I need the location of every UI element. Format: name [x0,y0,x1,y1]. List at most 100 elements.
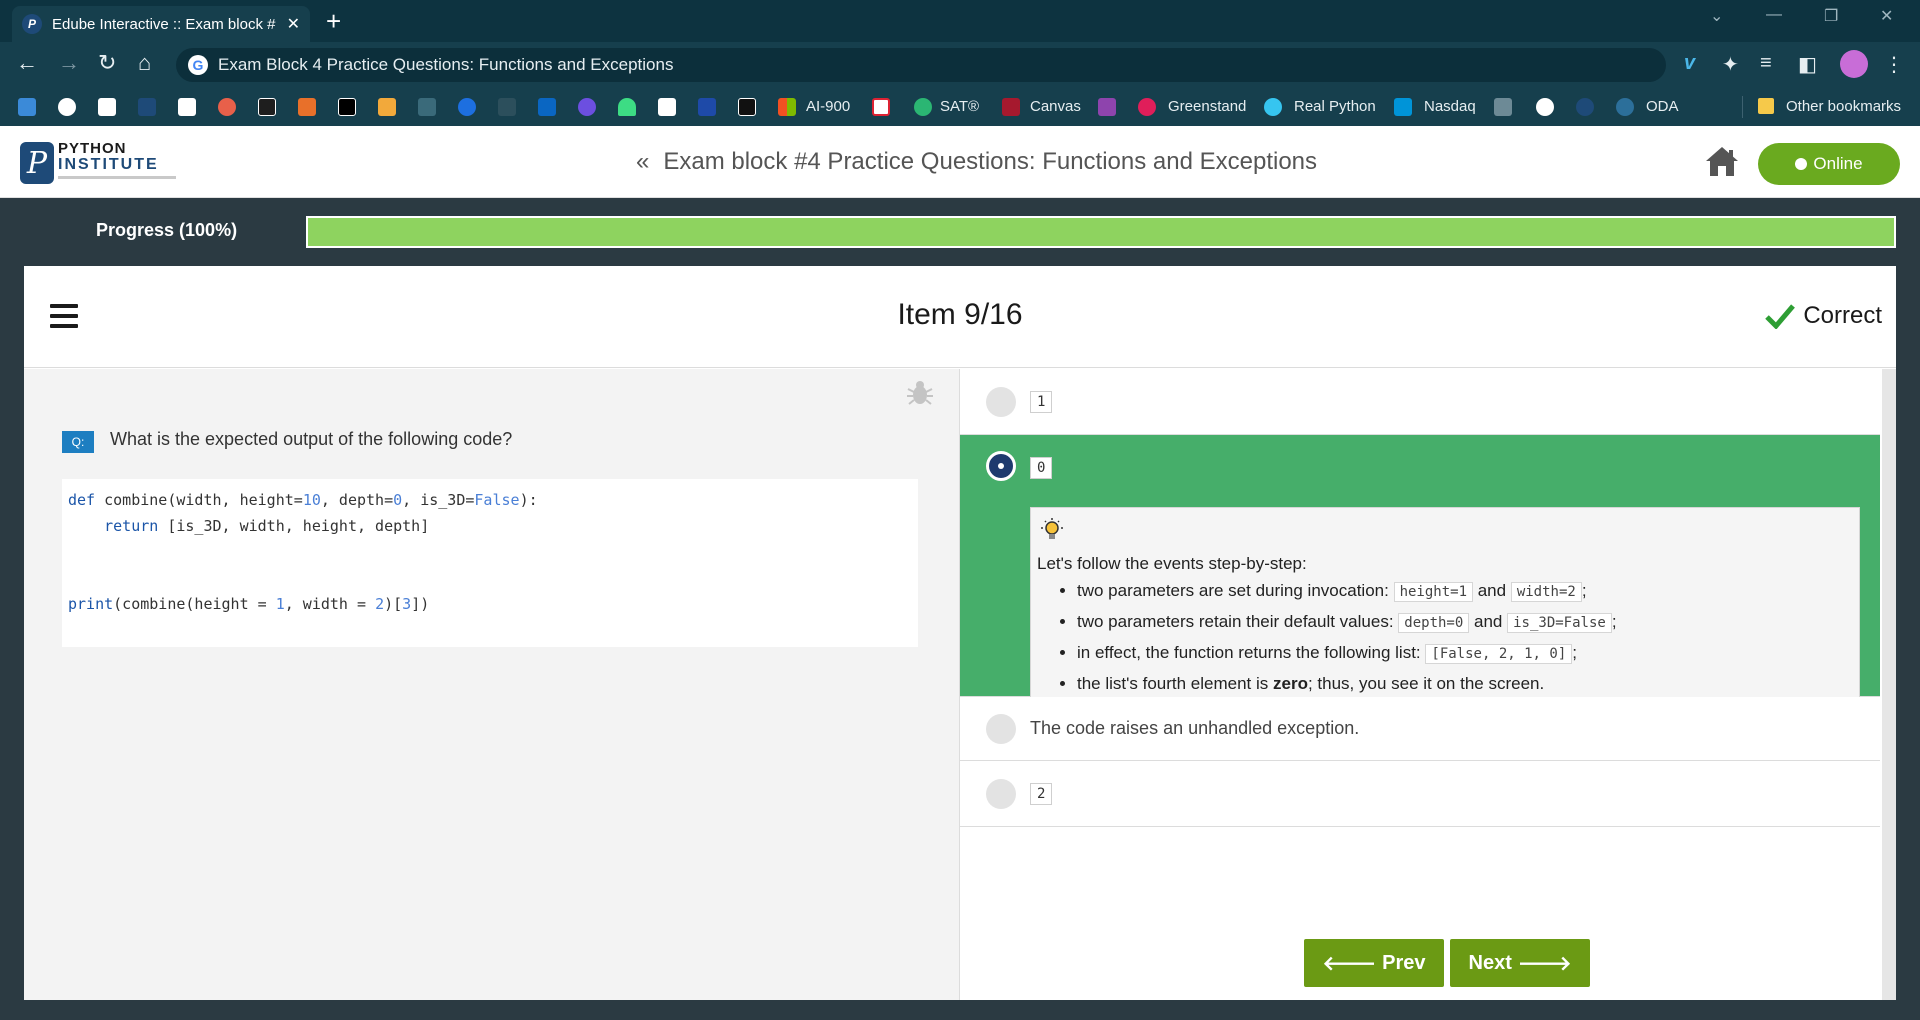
code-token: ]) [411,595,430,613]
vimeo-extension-icon[interactable]: v [1684,52,1695,75]
home-browser-icon[interactable]: ⌂ [138,52,151,74]
address-bar[interactable]: G Exam Block 4 Practice Questions: Funct… [176,48,1666,82]
code-token: 0 [393,491,403,509]
code-token: 3 [402,595,412,613]
menu-kebab-icon[interactable]: ⋮ [1884,52,1904,77]
google-icon: G [188,55,208,75]
explanation-box: Let's follow the events step-by-step: tw… [1030,507,1860,727]
code-token: 2 [375,595,385,613]
answers-scrollbar[interactable] [1882,369,1896,1000]
answer-label: The code raises an unhandled exception. [1030,718,1360,738]
prev-button[interactable]: 🡐 Prev [1304,939,1444,987]
question-text: What is the expected output of the follo… [110,429,513,449]
bookmark-icon[interactable] [1494,98,1512,116]
home-icon[interactable] [1704,144,1740,178]
bookmark-nasdaq[interactable]: Nasdaq [1424,98,1476,115]
bookmark-icon[interactable] [872,98,890,116]
code-token: , is_3D= [402,491,475,509]
slack-icon[interactable] [1138,98,1156,116]
linkedin-icon[interactable] [538,98,556,116]
bookmark-icon[interactable] [578,98,596,116]
question-badge: Q: [62,431,94,453]
canvas-icon[interactable] [1002,98,1020,116]
minimize-icon[interactable]: — [1766,6,1782,24]
bookmark-icon[interactable] [458,98,476,116]
page-title: « Exam block #4 Practice Questions: Func… [636,148,1317,176]
bookmark-icon[interactable] [1536,98,1554,116]
bookmark-greenstand[interactable]: Greenstand [1168,98,1246,115]
explanation-text: ; [1611,612,1617,631]
code-token: , width = [284,595,376,613]
openai-icon[interactable] [1616,98,1634,116]
answer-radio-selected[interactable] [986,451,1016,481]
python-bookmark-icon[interactable] [138,98,156,116]
nasdaq-icon[interactable] [1394,98,1412,116]
bookmark-other[interactable]: Other bookmarks [1786,98,1901,115]
answer-option-selected[interactable]: 0 Let's follow the events step-by-step: … [960,435,1880,727]
inline-code: depth=0 [1398,613,1470,633]
explanation-item: the list's fourth element is zero; thus,… [1077,673,1617,695]
microsoft-icon[interactable] [778,98,796,116]
bookmark-canvas[interactable]: Canvas [1030,98,1081,115]
explanation-text: in effect, the function returns the foll… [1077,643,1426,662]
bookmark-icon[interactable] [258,98,276,116]
answer-option[interactable]: The code raises an unhandled exception. [960,697,1880,761]
forward-icon[interactable]: → [58,52,80,74]
github-icon[interactable] [58,98,76,116]
bookmark-real-python[interactable]: Real Python [1294,98,1376,115]
android-icon[interactable] [618,98,636,116]
bookmark-oda[interactable]: ODA [1646,98,1679,115]
answer-radio[interactable] [986,779,1016,809]
new-tab-button[interactable]: + [326,8,341,34]
answer-radio[interactable] [986,387,1016,417]
bookmark-ai900[interactable]: AI-900 [806,98,850,115]
explanation-bold: zero [1273,674,1308,693]
code-token: , depth= [320,491,394,509]
bookmark-icon[interactable] [218,98,236,116]
slack-icon[interactable] [1264,98,1282,116]
card-header: Item 9/16 Correct [24,266,1896,368]
bookmark-icon[interactable] [914,98,932,116]
bookmark-icon[interactable] [698,98,716,116]
inline-code: height=1 [1393,582,1473,602]
sidepanel-icon[interactable]: ◧ [1798,52,1817,77]
bookmark-icon[interactable] [338,98,356,116]
bookmark-icon[interactable] [178,98,196,116]
site-header: P PYTHON INSTITUTE « Exam block #4 Pract… [0,126,1920,198]
online-status-button[interactable]: Online [1758,143,1900,185]
bookmark-sat[interactable]: SAT® [940,98,979,115]
bookmark-icon[interactable] [298,98,316,116]
python-institute-logo-icon[interactable]: P [20,142,54,184]
back-icon[interactable]: ← [16,52,38,74]
code-token: return [68,517,159,535]
ed-icon[interactable] [1098,98,1116,116]
profile-avatar[interactable] [1840,50,1868,78]
bookmark-icon[interactable] [498,98,516,116]
python-bookmark-icon[interactable] [1576,98,1594,116]
bug-report-icon[interactable] [906,379,934,407]
answer-option[interactable]: 2 [960,761,1880,827]
reload-icon[interactable]: ↻ [98,52,116,74]
tab-close-icon[interactable]: ✕ [287,14,300,34]
explanation-text: ; thus, you see it on the screen. [1307,674,1545,693]
explanation-text: ; [1581,581,1587,600]
bookmark-icon[interactable] [378,98,396,116]
progress-label: Progress (100%) [96,220,238,240]
back-chevron-icon[interactable]: « [636,148,649,176]
tab-title: Edube Interactive :: Exam block # [52,15,276,33]
answer-option[interactable]: 1 [960,369,1880,435]
tab-search-icon[interactable]: ⌄ [1710,6,1723,26]
window-close-icon[interactable]: ✕ [1880,6,1893,26]
answer-radio[interactable] [986,714,1016,744]
restore-icon[interactable]: ❐ [1824,6,1838,26]
bookmark-icon[interactable] [18,98,36,116]
terminal-icon[interactable] [738,98,756,116]
extensions-icon[interactable]: ✦ [1722,52,1739,77]
browser-tab[interactable]: P Edube Interactive :: Exam block # ✕ [12,6,310,42]
media-icon[interactable]: ≡ [1760,52,1772,75]
bookmark-icon[interactable] [418,98,436,116]
bookmark-icon[interactable] [658,98,676,116]
next-button[interactable]: Next 🡒 [1450,939,1590,987]
code-token: [is_3D, width, height, depth] [158,517,430,535]
bookmark-icon[interactable] [98,98,116,116]
